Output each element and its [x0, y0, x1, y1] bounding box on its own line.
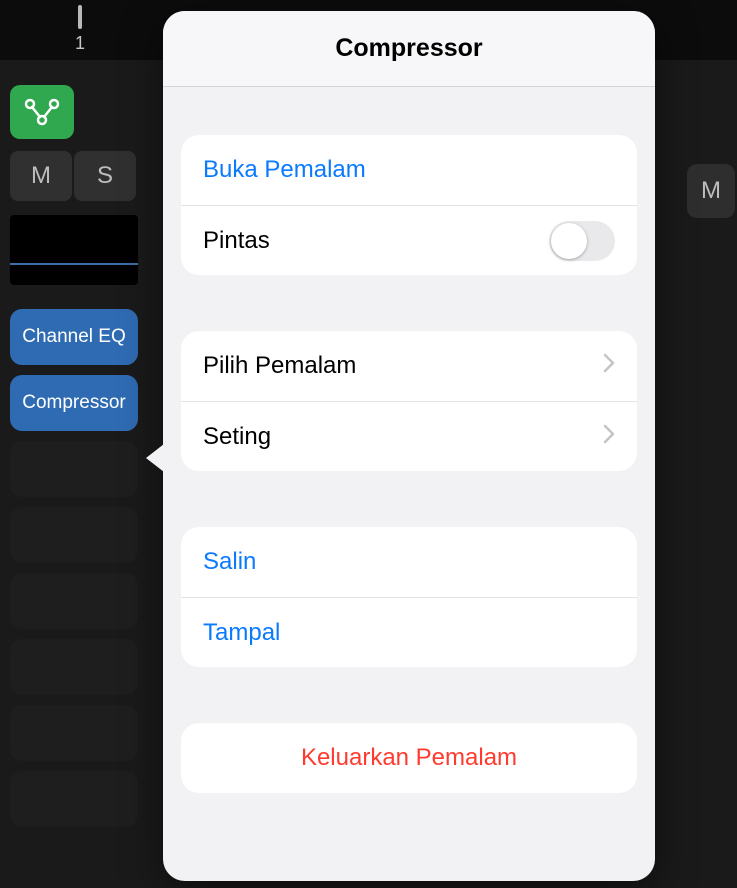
popover-header: Compressor	[163, 11, 655, 87]
ruler-tick	[78, 5, 82, 29]
solo-button[interactable]: S	[74, 151, 136, 201]
paste-row[interactable]: Tampal	[181, 597, 637, 667]
plugin-slot-empty[interactable]	[10, 573, 138, 629]
plugin-slot-empty[interactable]	[10, 705, 138, 761]
level-meter	[10, 215, 138, 285]
meter-line	[10, 263, 138, 265]
settings-row[interactable]: Seting	[181, 401, 637, 471]
routing-icon	[24, 98, 60, 126]
toggle-knob	[551, 223, 587, 259]
routing-button[interactable]	[10, 85, 74, 139]
plugin-slot-channel-eq[interactable]: Channel EQ	[10, 309, 138, 365]
open-plugin-row[interactable]: Buka Pemalam	[181, 135, 637, 205]
open-plugin-label: Buka Pemalam	[203, 156, 366, 184]
popover-group-select-settings: Pilih Pemalam Seting	[181, 331, 637, 471]
remove-plugin-row[interactable]: Keluarkan Pemalam	[181, 723, 637, 793]
mute-solo-row: M S	[10, 151, 140, 201]
channel-strip: M S Channel EQ Compressor	[10, 85, 140, 827]
mute-button[interactable]: M	[10, 151, 72, 201]
popover-group-copy-paste: Salin Tampal	[181, 527, 637, 667]
paste-label: Tampal	[203, 619, 280, 647]
chevron-right-icon	[603, 424, 615, 450]
remove-plugin-label: Keluarkan Pemalam	[301, 744, 517, 772]
ruler-label: 1	[75, 33, 85, 54]
plugin-slot-label: Compressor	[22, 392, 125, 414]
popover-group-open-bypass: Buka Pemalam Pintas	[181, 135, 637, 275]
copy-row[interactable]: Salin	[181, 527, 637, 597]
copy-label: Salin	[203, 548, 256, 576]
plugin-slot-empty[interactable]	[10, 441, 138, 497]
settings-label: Seting	[203, 423, 271, 451]
plugin-slot-empty[interactable]	[10, 639, 138, 695]
choose-plugin-row[interactable]: Pilih Pemalam	[181, 331, 637, 401]
popover-group-remove: Keluarkan Pemalam	[181, 723, 637, 793]
bypass-row: Pintas	[181, 205, 637, 275]
plugin-slot-empty[interactable]	[10, 771, 138, 827]
plugin-slot-list: Channel EQ Compressor	[10, 309, 140, 827]
chevron-right-icon	[603, 353, 615, 379]
plugin-slot-label: Channel EQ	[22, 326, 126, 348]
choose-plugin-label: Pilih Pemalam	[203, 352, 356, 380]
bypass-label: Pintas	[203, 227, 270, 255]
plugin-slot-empty[interactable]	[10, 507, 138, 563]
bypass-toggle[interactable]	[549, 221, 615, 261]
popover-body: Buka Pemalam Pintas Pilih Pemalam Seting	[163, 87, 655, 793]
popover-pointer	[146, 444, 164, 472]
plugin-popover: Compressor Buka Pemalam Pintas Pilih Pem…	[163, 11, 655, 881]
mute-button-right[interactable]: M	[687, 164, 735, 218]
popover-title: Compressor	[335, 34, 482, 63]
plugin-slot-compressor[interactable]: Compressor	[10, 375, 138, 431]
